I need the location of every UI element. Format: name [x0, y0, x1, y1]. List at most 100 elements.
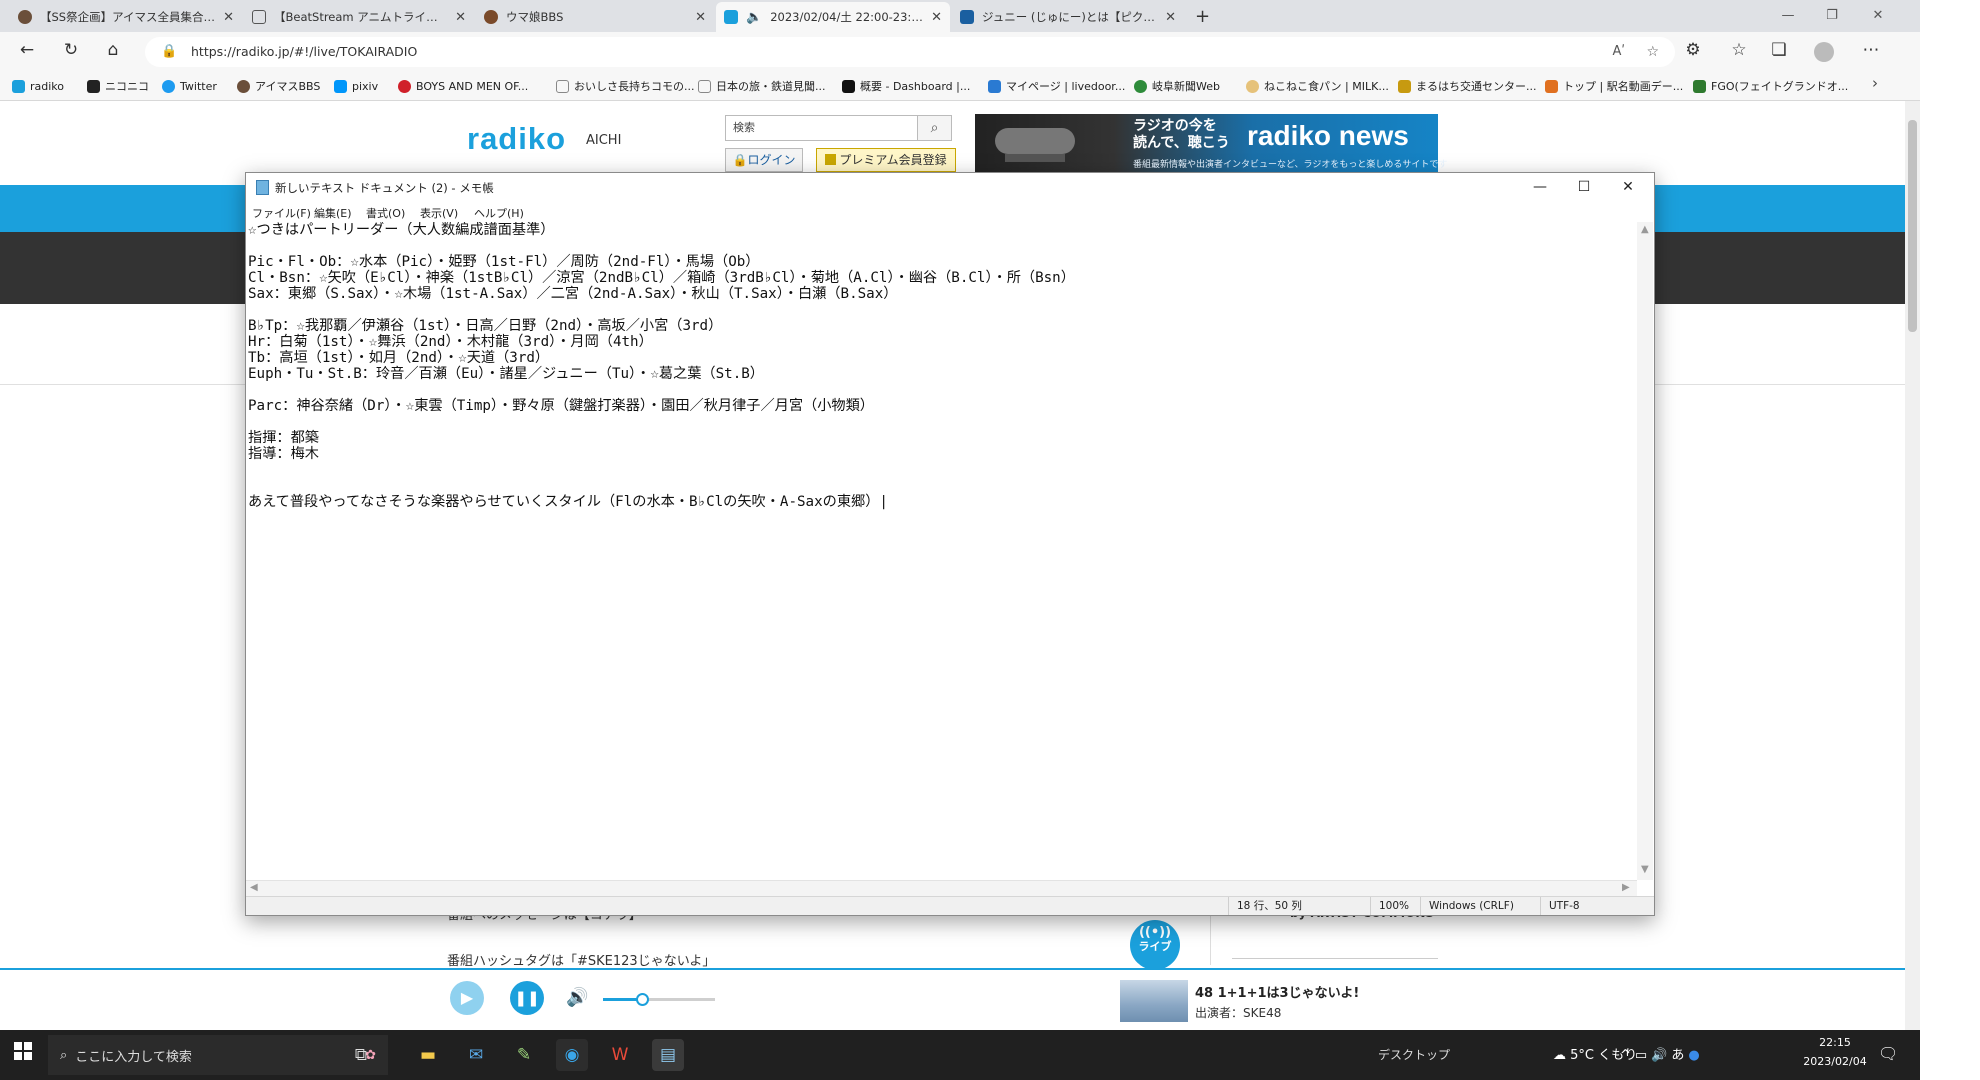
close-icon[interactable]: ✕ [455, 10, 466, 25]
pause-button[interactable]: ❚❚ [510, 981, 544, 1015]
bookmark-nekoneko[interactable]: ねこねこ食パン | MILK... [1246, 76, 1389, 96]
pixiv-icon [334, 79, 347, 93]
clock-time[interactable]: 22:15 [1802, 1036, 1868, 1049]
network-icon[interactable]: ▭ [1635, 1048, 1651, 1063]
minimize-icon[interactable]: — [1768, 4, 1808, 28]
play-button[interactable]: ▶ [450, 981, 484, 1015]
notepad-app-icon[interactable] [256, 180, 269, 195]
close-window-icon[interactable]: ✕ [1858, 4, 1898, 28]
live-button[interactable]: ((•)) ライブ [1130, 920, 1180, 970]
bookmark-niconico[interactable]: ニコニコ [87, 76, 149, 96]
taskbar-search-input[interactable]: ⌕ ここに入力して検索 ✿ [48, 1035, 388, 1075]
now-playing-thumbnail[interactable] [1120, 980, 1188, 1022]
volume-slider-handle[interactable] [636, 993, 649, 1006]
bookmark-gifu-shimbun[interactable]: 岐阜新聞Web [1134, 76, 1220, 96]
restore-icon[interactable]: ❐ [1812, 4, 1852, 28]
extensions-icon[interactable]: ⚙ [1680, 38, 1706, 62]
notepad-vertical-scrollbar[interactable] [1637, 222, 1653, 880]
windows-start-icon[interactable] [14, 1042, 32, 1060]
uma-favicon-icon [484, 10, 498, 24]
defender-icon[interactable]: ● [1688, 1048, 1703, 1063]
menu-edit[interactable]: 編集(E) [314, 205, 352, 221]
bookmark-station-video[interactable]: トップ | 駅名動画デー... [1545, 76, 1683, 96]
mail-icon[interactable]: ✉ [460, 1039, 492, 1071]
bookmark-dashboard[interactable]: 概要 - Dashboard |... [842, 76, 970, 96]
volume-icon[interactable]: 🔊 [1651, 1048, 1671, 1063]
close-icon[interactable]: ✕ [1606, 176, 1650, 198]
home-icon[interactable]: ⌂ [100, 38, 126, 62]
favorite-star-icon[interactable]: ☆ [1646, 37, 1659, 67]
scroll-right-icon[interactable]: ▶ [1622, 882, 1630, 893]
now-playing-title[interactable]: 48 1+1+1は3じゃないよ! [1195, 982, 1359, 1001]
maximize-icon[interactable]: ☐ [1562, 176, 1606, 198]
scroll-left-icon[interactable]: ◀ [250, 882, 258, 893]
livedoor-icon [988, 79, 1001, 93]
ime-indicator[interactable]: あ [1671, 1048, 1688, 1063]
bookmark-railway-travel[interactable]: 日本の旅・鉄道見聞... [698, 76, 826, 96]
menu-file[interactable]: ファイル(F) [252, 205, 311, 221]
bookmark-komo[interactable]: おいしさ長持ちコモの... [556, 76, 695, 96]
notepad-title: 新しいテキスト ドキュメント (2) - メモ帳 [275, 181, 494, 195]
premium-register-button[interactable]: プレミアム会員登録 [816, 148, 956, 172]
favorites-icon[interactable]: ☆ [1726, 38, 1752, 62]
bookmark-fgo[interactable]: FGO(フェイトグランドオ... [1693, 76, 1848, 96]
system-tray[interactable]: ^▭🔊あ● [1620, 1044, 1704, 1063]
office-icon[interactable]: W [604, 1039, 636, 1071]
minimize-icon[interactable]: — [1518, 176, 1562, 198]
imas-favicon-icon [18, 10, 32, 24]
lock-icon[interactable]: 🔒 [161, 37, 177, 67]
scroll-down-icon[interactable]: ▼ [1641, 864, 1649, 875]
profile-avatar[interactable] [1814, 42, 1834, 62]
clock-date[interactable]: 2023/02/04 [1796, 1055, 1874, 1068]
tab-uma-bbs[interactable]: ウマ娘BBS ✕ [476, 2, 714, 32]
tab-beatstream[interactable]: 【BeatStream アニムトライヴ】「恋はど ✕ [244, 2, 474, 32]
search-icon[interactable]: ⌕ [918, 115, 952, 141]
tab-pixiv-encyclopedia[interactable]: ジュニー (じゅにー)とは【ピクシブ百科事 ✕ [952, 2, 1184, 32]
bookmark-boys-and-men[interactable]: BOYS AND MEN OF... [398, 76, 528, 96]
notification-icon[interactable]: 🗨 [1878, 1044, 1898, 1063]
tab-radiko[interactable]: 🔈 2023/02/04/土 22:00-23:00 ✕ [716, 2, 950, 32]
paint-icon[interactable]: ✎ [508, 1039, 540, 1071]
close-icon[interactable]: ✕ [1165, 10, 1176, 25]
bookmark-imas-bbs[interactable]: アイマスBBS [237, 76, 320, 96]
notepad-taskbar-icon[interactable]: ▤ [652, 1039, 684, 1071]
notepad-horizontal-scrollbar[interactable] [246, 880, 1637, 896]
program-hashtag: 番組ハッシュタグは「#SKE123じゃないよ」 [447, 954, 716, 969]
task-view-icon[interactable]: ⧉ [345, 1039, 377, 1071]
read-aloud-icon[interactable]: Aʹ [1612, 37, 1625, 67]
desktop-toolbar[interactable]: デスクトップ [1378, 1046, 1450, 1063]
scroll-up-icon[interactable]: ▲ [1641, 224, 1649, 235]
bookmark-pixiv[interactable]: pixiv [334, 76, 378, 96]
menu-view[interactable]: 表示(V) [420, 205, 458, 221]
bookmark-radiko[interactable]: radiko [12, 76, 64, 96]
radiko-search-input[interactable]: 検索 [725, 115, 918, 141]
volume-icon[interactable]: 🔊 [566, 987, 588, 1008]
calendar-favicon-icon [252, 10, 266, 24]
new-tab-button[interactable]: + [1195, 6, 1210, 27]
bookmark-twitter[interactable]: Twitter [162, 76, 217, 96]
notepad-text-area[interactable]: ☆つきはパートリーダー（大人数編成譜面基準） Pic・Fl・Ob：☆水本（Pic… [248, 222, 1633, 880]
close-icon[interactable]: ✕ [695, 10, 706, 25]
station-video-icon [1545, 79, 1558, 93]
chevron-up-icon[interactable]: ^ [1620, 1048, 1635, 1063]
file-explorer-icon[interactable]: ▬ [412, 1039, 444, 1071]
status-zoom: 100% [1370, 897, 1420, 915]
menu-format[interactable]: 書式(O) [366, 205, 405, 221]
address-bar[interactable]: 🔒 https://radiko.jp/#!/live/TOKAIRADIO A… [145, 37, 1675, 67]
close-icon[interactable]: ✕ [223, 10, 234, 25]
menu-help[interactable]: ヘルプ(H) [474, 205, 524, 221]
more-menu-icon[interactable]: ⋯ [1858, 38, 1884, 62]
bookmark-maruhachi[interactable]: まるはち交通センター... [1398, 76, 1537, 96]
bookmark-livedoor[interactable]: マイページ | livedoor... [988, 76, 1125, 96]
collections-icon[interactable]: ❏ [1766, 38, 1792, 62]
page-scroll-thumb[interactable] [1908, 120, 1917, 332]
login-button[interactable]: 🔒ログイン [725, 148, 803, 172]
edge-icon[interactable]: ◉ [556, 1039, 588, 1071]
close-icon[interactable]: ✕ [931, 10, 942, 25]
radiko-logo[interactable]: radiko [467, 121, 566, 157]
back-arrow-icon[interactable]: ← [14, 38, 40, 62]
tab-imas-ss[interactable]: 【SS祭企画】アイマス全員集合！！ ✕ [10, 2, 242, 32]
chevron-right-icon[interactable]: › [1872, 74, 1878, 92]
speaker-icon[interactable]: 🔈 [746, 10, 762, 25]
reload-icon[interactable]: ↻ [58, 38, 84, 62]
